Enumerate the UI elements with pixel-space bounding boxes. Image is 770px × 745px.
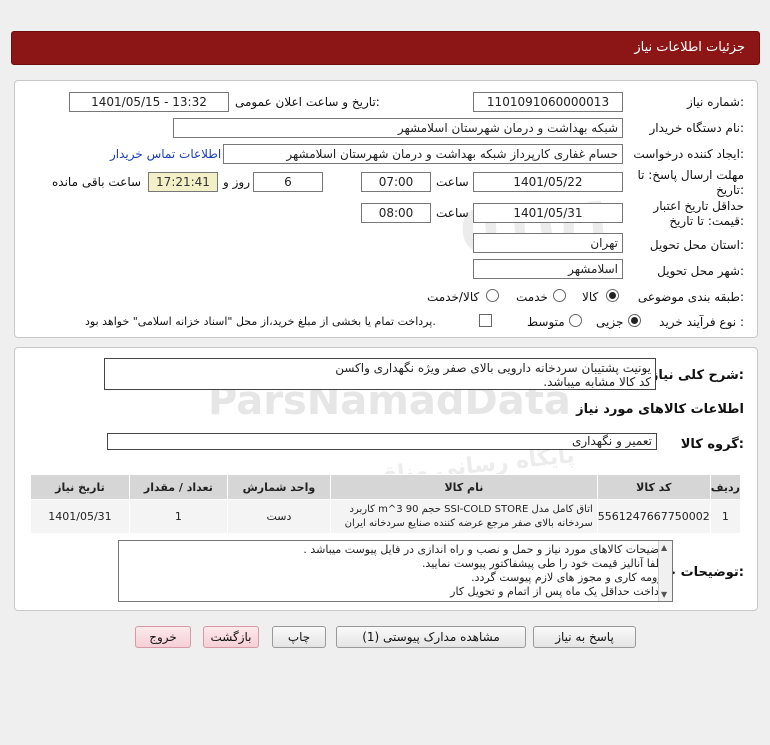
validity-label: حداقل تاریخ اعتبار: [653, 199, 744, 213]
category-radio-goods[interactable]: [606, 289, 619, 302]
validity-time-field: 08:00: [361, 203, 431, 223]
treasury-payment-checkbox[interactable]: [479, 314, 492, 327]
announce-date-field: 1401/05/15 - 13:32: [69, 92, 229, 112]
page-title: جزئیات اطلاعات نیاز: [634, 40, 745, 55]
remaining-label: ساعت باقی مانده: [52, 175, 142, 189]
reply-button[interactable]: پاسخ به نیاز: [533, 626, 636, 648]
need-number-field: 1101091060000013: [473, 92, 623, 112]
cell-qty: 1: [128, 499, 228, 534]
treasury-payment-note: پرداخت تمام یا بخشی از مبلغ خرید،از محل …: [85, 315, 436, 328]
col-unit: واحد شمارش: [226, 474, 331, 500]
goods-info-title: اطلاعات کالاهای مورد نیاز: [576, 402, 744, 417]
validity-date-field: 1401/05/31: [473, 203, 623, 223]
creator-label: ایجاد کننده درخواست:: [633, 147, 744, 161]
col-name: نام کالا: [329, 474, 598, 500]
page-header: جزئیات اطلاعات نیاز: [11, 31, 760, 65]
cell-row: 1: [709, 499, 742, 534]
remaining-time-field: 17:21:41: [148, 172, 218, 192]
remaining-days-field: 6: [253, 172, 323, 192]
process-option-minor: جزیی: [596, 315, 624, 329]
cell-code: 5561247667750002: [596, 499, 711, 534]
deadline-label: مهلت ارسال پاسخ: تا: [637, 168, 744, 182]
buyer-notes-scrollbar[interactable]: ▲ ▼: [658, 541, 672, 601]
goods-group-label: گروه کالا:: [680, 437, 744, 452]
buyer-notes-textarea: توضیحات کالاهای مورد نیاز و حمل و نصب و …: [118, 540, 673, 602]
category-option-service: خدمت: [516, 290, 548, 304]
deadline-time-label: ساعت: [436, 175, 469, 189]
need-number-label: شماره نیاز:: [686, 95, 744, 109]
back-button[interactable]: بازگشت: [203, 626, 259, 648]
summary-label: شرح کلی نیاز:: [650, 368, 744, 383]
goods-group-field: تعمیر و نگهداری: [107, 433, 657, 450]
col-qty: تعداد / مقدار: [128, 474, 228, 500]
announce-date-label: تاریخ و ساعت اعلان عمومی:: [235, 95, 380, 109]
scroll-down-icon[interactable]: ▼: [661, 590, 667, 599]
process-label: نوع فرآیند خرید :: [659, 315, 744, 329]
table-header-row: ردیف کد کالا نام کالا واحد شمارش تعداد /…: [30, 474, 742, 500]
deadline-date-field: 1401/05/22: [473, 172, 623, 192]
col-code: کد کالا: [596, 474, 711, 500]
cell-date: 1401/05/31: [30, 499, 130, 534]
col-row: ردیف: [709, 474, 742, 500]
city-label: شهر محل تحویل:: [657, 264, 744, 278]
category-radio-service[interactable]: [553, 289, 566, 302]
deadline-label-2: تاریخ:: [716, 183, 744, 197]
validity-label-2: قیمت: تا تاریخ:: [669, 214, 744, 228]
table-row: 1 5561247667750002 اتاق کامل مدل SSI-COL…: [30, 499, 742, 534]
creator-field: حسام غفاری کارپرداز شبکه بهداشت و درمان …: [223, 144, 623, 164]
category-radio-goods-service[interactable]: [486, 289, 499, 302]
validity-time-label: ساعت: [436, 206, 469, 220]
category-label: طبقه بندی موضوعی:: [637, 290, 744, 304]
process-radio-minor[interactable]: [628, 314, 641, 327]
view-attachments-button[interactable]: مشاهده مدارک پیوستی (1): [336, 626, 526, 648]
cell-unit: دست: [226, 499, 331, 534]
days-label: روز و: [223, 175, 250, 189]
process-option-medium: متوسط: [527, 315, 565, 329]
process-radio-medium[interactable]: [569, 314, 582, 327]
col-date: تاریخ نیاز: [30, 474, 130, 500]
province-field: تهران: [473, 233, 623, 253]
buyer-org-label: نام دستگاه خریدار:: [649, 121, 745, 135]
goods-table: ردیف کد کالا نام کالا واحد شمارش تعداد /…: [30, 474, 742, 534]
category-option-goods-service: کالا/خدمت: [427, 290, 480, 304]
scroll-up-icon[interactable]: ▲: [661, 543, 667, 552]
summary-textarea: یونیت پشتیبان سردخانه دارویی بالای صفر و…: [104, 358, 656, 390]
province-label: استان محل تحویل:: [649, 238, 744, 252]
print-button[interactable]: چاپ: [272, 626, 326, 648]
city-field: اسلامشهر: [473, 259, 623, 279]
cell-name: اتاق کامل مدل SSI-COLD STORE حجم m^3 90 …: [329, 499, 598, 534]
buyer-org-field: شبکه بهداشت و درمان شهرستان اسلامشهر: [173, 118, 623, 138]
exit-button[interactable]: خروج: [135, 626, 191, 648]
buyer-contact-link[interactable]: اطلاعات تماس خریدار: [110, 147, 221, 161]
category-option-goods: کالا: [582, 290, 599, 304]
deadline-time-field: 07:00: [361, 172, 431, 192]
